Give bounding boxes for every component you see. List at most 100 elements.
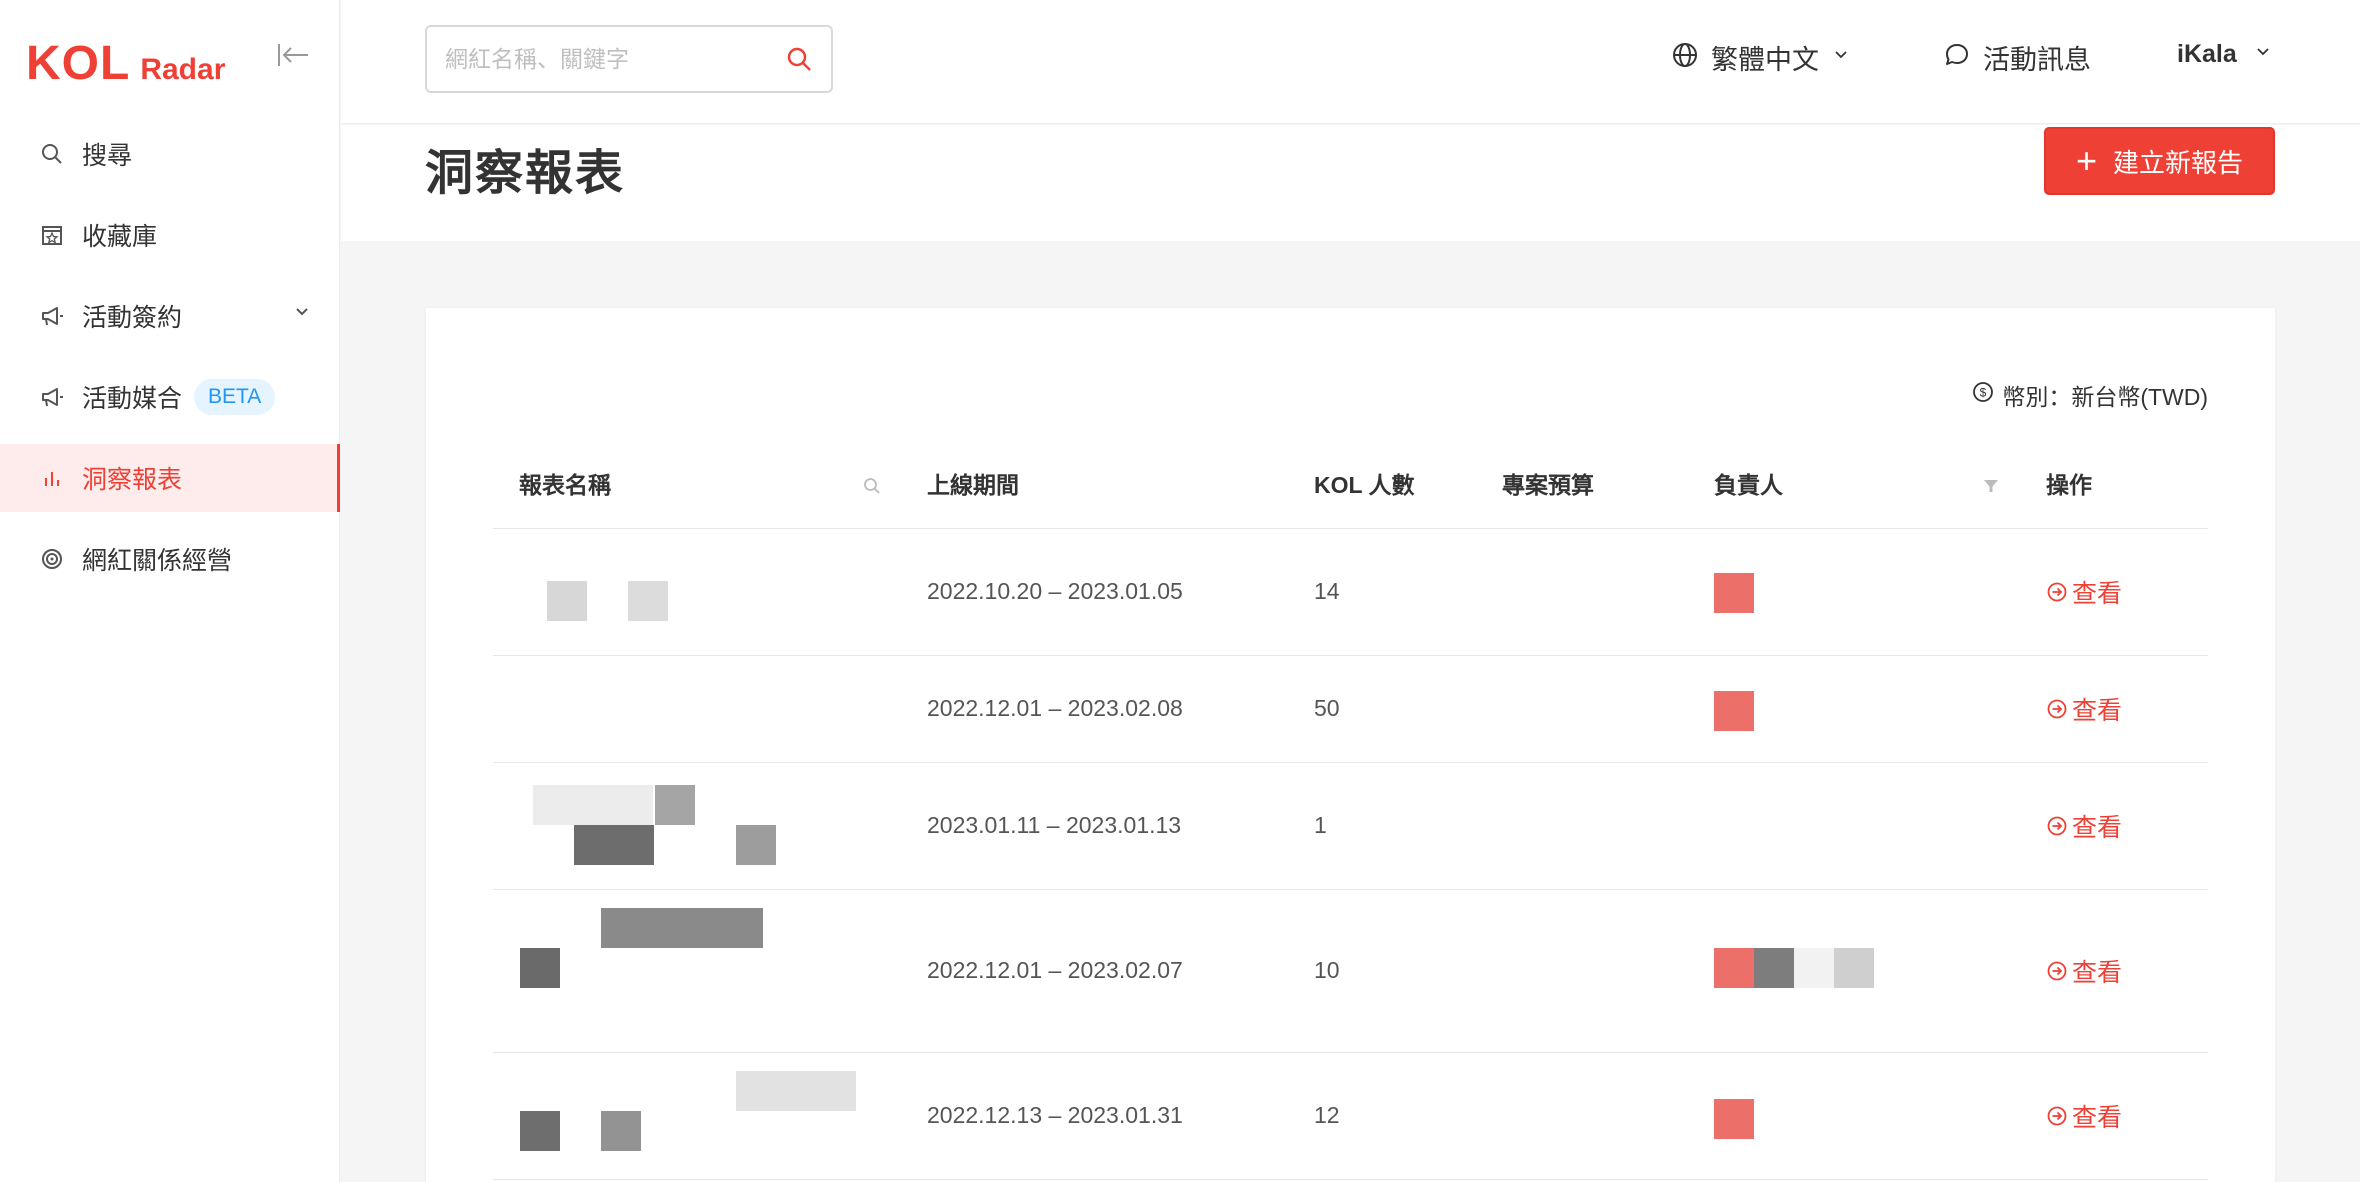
column-label: KOL 人數 <box>1314 471 1415 498</box>
column-label: 操作 <box>2046 471 2092 498</box>
redacted-block <box>736 1070 856 1111</box>
table-row[interactable]: 2022.12.13 – 2023.01.31 12 查看 <box>493 1052 2208 1180</box>
activity-messages-label: 活動訊息 <box>1983 45 2091 75</box>
sidebar-item-label: 搜尋 <box>82 142 133 170</box>
column-owner: 負責人 <box>1688 438 2020 529</box>
table-header-row: 報表名稱 上線期間 KOL 人數 專案預算 負責人 操作 <box>493 438 2208 529</box>
period-cell: 2022.12.01 – 2023.02.07 <box>901 889 1288 1053</box>
plus-icon: + <box>2075 140 2097 181</box>
collapse-left-icon <box>278 44 308 66</box>
kol-count-cell: 50 <box>1288 655 1476 763</box>
redacted-block <box>628 580 668 621</box>
chevron-down-icon <box>2255 44 2271 65</box>
report-name-cell-redacted[interactable] <box>493 528 901 656</box>
budget-cell <box>1476 1052 1688 1180</box>
globe-icon <box>1671 41 1699 74</box>
column-kol-count: KOL 人數 <box>1288 438 1476 529</box>
create-report-button[interactable]: + 建立新報告 <box>2044 127 2275 195</box>
view-label: 查看 <box>2072 813 2123 842</box>
table-row[interactable]: 2022.12.01 – 2023.02.08 50 查看 <box>493 655 2208 763</box>
column-period: 上線期間 <box>901 438 1288 529</box>
create-report-label: 建立新報告 <box>2113 147 2244 178</box>
report-table: 報表名稱 上線期間 KOL 人數 專案預算 負責人 操作 2022.10.20 … <box>493 438 2208 1180</box>
redacted-block <box>736 824 776 865</box>
owner-avatar-redacted <box>1714 572 1754 613</box>
table-row[interactable]: 2022.10.20 – 2023.01.05 14 查看 <box>493 528 2208 656</box>
sidebar-item-campaign-matching[interactable]: 活動媒合 BETA <box>0 363 340 431</box>
chevron-down-icon <box>1833 47 1849 68</box>
column-label: 報表名稱 <box>519 471 611 498</box>
view-report-link[interactable]: 查看 <box>2046 691 2122 727</box>
currency-label: 幣別：新台幣(TWD) <box>2002 384 2208 410</box>
redacted-block <box>1834 947 1874 988</box>
kol-radar-logo[interactable]: KOL Radar <box>26 36 225 91</box>
view-report-link[interactable]: 查看 <box>2046 808 2122 844</box>
redacted-block <box>1754 947 1794 988</box>
user-menu[interactable]: iKala <box>2177 40 2271 69</box>
dollar-coin-icon: $ <box>1972 381 1994 409</box>
search-icon[interactable] <box>785 45 813 78</box>
view-report-link[interactable]: 查看 <box>2046 953 2122 989</box>
sidebar-item-campaign-contract[interactable]: 活動簽約 <box>0 282 340 350</box>
kol-count-cell: 12 <box>1288 1052 1476 1180</box>
redacted-block <box>520 947 560 988</box>
period-cell: 2022.10.20 – 2023.01.05 <box>901 528 1288 656</box>
owner-avatar-redacted <box>1714 690 1754 731</box>
sidebar-item-label: 活動簽約 <box>82 304 183 332</box>
sidebar-item-label: 網紅關係經營 <box>82 547 233 575</box>
sidebar-item-label: 活動媒合 <box>82 385 183 413</box>
page-title: 洞察報表 <box>425 147 626 200</box>
currency-indicator: $ 幣別：新台幣(TWD) <box>1972 378 2208 412</box>
report-name-cell-redacted[interactable] <box>493 762 901 890</box>
chevron-down-icon <box>294 304 310 325</box>
search-input[interactable] <box>445 27 765 91</box>
user-name: iKala <box>2177 40 2237 68</box>
logo-sub-text: Radar <box>140 53 226 86</box>
action-cell: 查看 <box>2020 528 2208 656</box>
column-label: 上線期間 <box>927 471 1019 498</box>
activity-messages-button[interactable]: 活動訊息 <box>1943 38 2091 77</box>
view-report-link[interactable]: 查看 <box>2046 1098 2122 1134</box>
collapse-sidebar-button[interactable] <box>276 40 310 70</box>
report-name-cell-redacted[interactable] <box>493 889 901 1053</box>
owner-cell <box>1688 655 2020 763</box>
top-bar: 繁體中文 活動訊息 iKala <box>341 0 2360 124</box>
report-name-cell-redacted[interactable] <box>493 655 901 763</box>
megaphone-icon <box>40 385 64 409</box>
filter-icon[interactable] <box>1982 474 2000 501</box>
sidebar-item-insight-reports[interactable]: 洞察報表 <box>0 444 340 512</box>
budget-cell <box>1476 528 1688 656</box>
table-row[interactable]: 2022.12.01 – 2023.02.07 10 查看 <box>493 889 2208 1053</box>
redacted-block <box>520 1110 560 1151</box>
sidebar-item-kol-relationship[interactable]: 網紅關係經營 <box>0 525 340 593</box>
action-cell: 查看 <box>2020 762 2208 890</box>
kol-count-cell: 10 <box>1288 889 1476 1053</box>
report-card: $ 幣別：新台幣(TWD) 報表名稱 上線期間 KOL 人數 專案預算 負責人 <box>426 308 2275 1182</box>
action-cell: 查看 <box>2020 1052 2208 1180</box>
page-header: 洞察報表 + 建立新報告 <box>341 125 2360 241</box>
search-icon[interactable] <box>863 474 881 501</box>
redacted-block <box>547 580 587 621</box>
view-label: 查看 <box>2072 1103 2123 1132</box>
sidebar-item-collection[interactable]: 收藏庫 <box>0 201 340 269</box>
language-selector[interactable]: 繁體中文 <box>1671 38 1849 77</box>
arrow-circle-right-icon <box>2047 699 2067 718</box>
action-cell: 查看 <box>2020 655 2208 763</box>
redacted-block <box>601 1110 641 1151</box>
star-box-icon <box>40 223 64 247</box>
period-cell: 2023.01.11 – 2023.01.13 <box>901 762 1288 890</box>
view-report-link[interactable]: 查看 <box>2046 574 2122 610</box>
sidebar-item-search[interactable]: 搜尋 <box>0 120 340 188</box>
search-box <box>425 25 833 93</box>
redacted-block <box>1794 947 1834 988</box>
column-action: 操作 <box>2020 438 2208 529</box>
sidebar: KOL Radar 搜尋 收藏庫 活動簽約 活動媒合 BETA 洞察報表 網紅關… <box>0 0 340 1182</box>
report-name-cell-redacted[interactable] <box>493 1052 901 1180</box>
period-cell: 2022.12.13 – 2023.01.31 <box>901 1052 1288 1180</box>
owner-cell <box>1688 528 2020 656</box>
arrow-circle-right-icon <box>2047 1106 2067 1125</box>
table-row[interactable]: 2023.01.11 – 2023.01.13 1 查看 <box>493 762 2208 890</box>
language-label: 繁體中文 <box>1711 45 1819 75</box>
arrow-circle-right-icon <box>2047 961 2067 980</box>
target-icon <box>40 547 64 571</box>
